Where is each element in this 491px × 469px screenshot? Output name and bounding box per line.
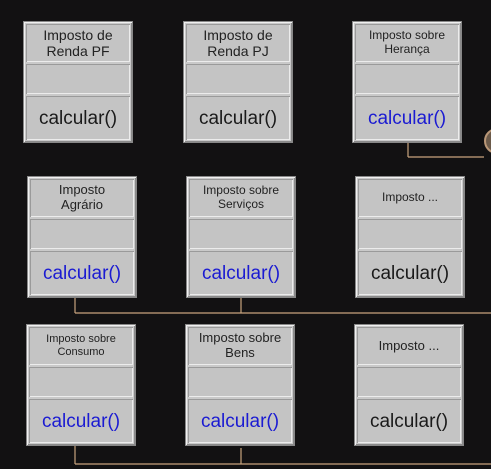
class-box-imposto-etc-2: Imposto ... calcular()	[354, 324, 464, 446]
class-name: Imposto ...	[381, 190, 439, 205]
class-name: Imposto sobre Bens	[198, 330, 282, 360]
method-label: calcular()	[367, 107, 447, 129]
class-name-section: Imposto de Renda PJ	[186, 24, 290, 62]
class-name-section: Imposto de Renda PF	[26, 24, 130, 62]
class-box-imposto-renda-pj: Imposto de Renda PJ calcular()	[183, 21, 293, 143]
method-label: calcular()	[369, 410, 449, 432]
class-name-section: Imposto sobre Serviços	[189, 179, 293, 217]
class-attributes-section	[189, 219, 293, 249]
class-box-imposto-bens: Imposto sobre Bens calcular()	[185, 324, 295, 446]
class-attributes-section	[188, 367, 292, 397]
method-label: calcular()	[198, 107, 278, 129]
class-attributes-section	[357, 367, 461, 397]
class-box-imposto-consumo: Imposto sobre Consumo calcular()	[26, 324, 136, 446]
class-methods-section: calcular()	[188, 399, 292, 443]
class-methods-section: calcular()	[29, 399, 133, 443]
method-label: calcular()	[38, 107, 118, 129]
class-methods-section: calcular()	[355, 96, 459, 140]
class-name-section: Imposto ...	[357, 327, 461, 365]
class-attributes-section	[30, 219, 134, 249]
class-attributes-section	[26, 64, 130, 94]
method-label: calcular()	[42, 262, 122, 284]
class-name-section: Imposto ...	[358, 179, 462, 217]
class-methods-section: calcular()	[186, 96, 290, 140]
class-methods-section: calcular()	[189, 251, 293, 295]
class-name-section: Imposto sobre Bens	[188, 327, 292, 365]
class-methods-section: calcular()	[30, 251, 134, 295]
method-label: calcular()	[370, 262, 450, 284]
class-attributes-section	[355, 64, 459, 94]
class-name: Imposto sobre Herança	[368, 28, 446, 56]
class-name-section: Imposto Agrário	[30, 179, 134, 217]
method-label: calcular()	[41, 410, 121, 432]
class-box-imposto-etc-1: Imposto ... calcular()	[355, 176, 465, 298]
class-name: Imposto de Renda PJ	[203, 26, 273, 59]
class-diagram: Imposto de Renda PF calcular() Imposto d…	[0, 0, 491, 469]
class-box-imposto-heranca: Imposto sobre Herança calcular()	[352, 21, 462, 143]
class-name-section: Imposto sobre Consumo	[29, 327, 133, 365]
class-name: Imposto ...	[378, 337, 440, 353]
class-box-imposto-renda-pf: Imposto de Renda PF calcular()	[23, 21, 133, 143]
class-attributes-section	[358, 219, 462, 249]
class-name: Imposto de Renda PF	[43, 26, 113, 59]
class-name-section: Imposto sobre Herança	[355, 24, 459, 62]
class-name: Imposto sobre Consumo	[46, 333, 116, 358]
method-label: calcular()	[201, 262, 281, 284]
method-label: calcular()	[200, 410, 280, 432]
class-box-imposto-agrario: Imposto Agrário calcular()	[27, 176, 137, 298]
class-attributes-section	[186, 64, 290, 94]
class-methods-section: calcular()	[358, 251, 462, 295]
class-box-imposto-servicos: Imposto sobre Serviços calcular()	[186, 176, 296, 298]
class-attributes-section	[29, 367, 133, 397]
class-methods-section: calcular()	[357, 399, 461, 443]
class-methods-section: calcular()	[26, 96, 130, 140]
class-name: Imposto Agrário	[58, 182, 106, 212]
circle-icon	[484, 128, 491, 154]
class-name: Imposto sobre Serviços	[202, 183, 280, 211]
